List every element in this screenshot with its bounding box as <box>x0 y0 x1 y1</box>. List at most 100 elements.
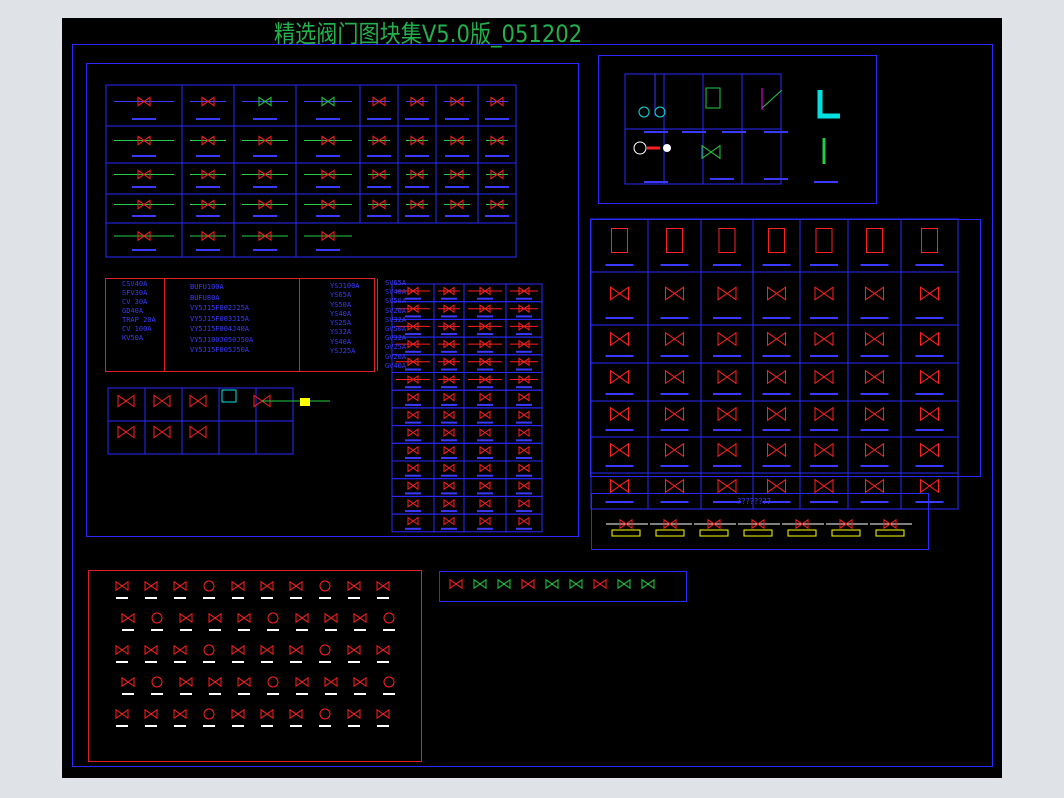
label-mark <box>132 186 156 188</box>
label-mark <box>485 155 509 157</box>
label-mark <box>477 368 493 371</box>
right-grid-cell <box>752 362 801 402</box>
label-mark <box>383 629 395 631</box>
right-grid-cell <box>799 472 849 510</box>
label-mark <box>348 725 360 727</box>
label-mark <box>762 317 791 319</box>
valve-symbol <box>376 644 390 656</box>
symbol-stroke <box>203 708 215 720</box>
label-mark <box>290 661 302 663</box>
symbol-stroke <box>663 144 671 152</box>
label-mark <box>516 527 532 530</box>
symbol-stroke <box>699 529 729 537</box>
right-grid-cell <box>700 324 754 364</box>
label-mark <box>445 186 469 188</box>
label-mark <box>516 510 532 513</box>
label-mark <box>174 725 186 727</box>
valve-symbol <box>324 612 338 624</box>
valve-symbol <box>610 442 629 458</box>
valve-symbol <box>479 498 491 508</box>
label-mark <box>267 693 279 695</box>
label-mark <box>253 118 277 120</box>
valve-list-entry: CV 30A <box>122 298 148 306</box>
label-mark <box>122 629 134 631</box>
label-mark <box>203 597 215 599</box>
valve-symbol <box>260 644 274 656</box>
valve-list-entry: VY5J15F003J15A <box>190 314 250 323</box>
valve-symbol <box>407 498 419 508</box>
valve-symbol <box>610 369 629 385</box>
valve-symbol <box>115 644 129 656</box>
label-mark <box>441 333 457 336</box>
valve-symbol <box>815 228 833 253</box>
label-mark <box>377 725 389 727</box>
label-mark <box>405 186 429 188</box>
label-mark <box>713 355 741 357</box>
valve-symbol <box>705 87 721 109</box>
valve-symbol <box>865 286 884 301</box>
label-mark <box>764 131 788 133</box>
valve-symbol <box>814 286 834 301</box>
label-mark <box>316 155 340 157</box>
valve-list-entry: SV32A <box>385 315 407 324</box>
valve-symbol <box>179 612 193 624</box>
valve-list-entry: SV65A <box>385 279 407 287</box>
valve-symbol <box>347 580 361 592</box>
valve-symbol <box>920 331 939 347</box>
valve-symbol <box>173 644 187 656</box>
label-mark <box>441 492 457 495</box>
valve-symbol <box>324 676 338 688</box>
label-mark <box>516 421 532 424</box>
label-mark <box>405 315 421 318</box>
right-grid-cell <box>752 324 801 364</box>
symbol-stroke <box>151 612 163 624</box>
label-mark <box>319 597 331 599</box>
label-mark <box>915 465 944 467</box>
label-mark <box>253 215 277 217</box>
valve-list-entry: GV20A <box>385 352 407 361</box>
valve-symbol <box>407 428 419 438</box>
valve-symbol <box>144 580 158 592</box>
valve-list-entry: SV50A <box>385 297 407 306</box>
label-mark <box>180 629 192 631</box>
valve-list-entry: VY5J15F004J40A <box>190 325 250 333</box>
label-mark <box>445 118 469 120</box>
valve-symbol <box>666 228 683 253</box>
valve-symbol <box>665 478 684 494</box>
label-mark <box>377 597 389 599</box>
label-mark <box>354 629 366 631</box>
right-grid-cell <box>647 472 702 510</box>
label-mark <box>605 465 634 467</box>
valve-symbol <box>407 392 419 402</box>
label-mark <box>441 315 457 318</box>
valve-list-entry: GV32A <box>385 334 407 343</box>
valve-symbol <box>593 578 607 590</box>
valve-list-entry: GV50A <box>385 325 407 334</box>
valve-symbol <box>153 394 171 408</box>
label-mark <box>405 403 421 406</box>
valve-symbol <box>767 286 786 301</box>
label-mark <box>132 249 156 251</box>
right-grid-cell <box>590 324 649 364</box>
valve-symbol <box>449 578 463 590</box>
label-mark <box>116 725 128 727</box>
label-mark <box>441 474 457 477</box>
label-mark <box>316 215 340 217</box>
valve-symbol <box>641 578 655 590</box>
valve-symbol <box>407 481 419 491</box>
label-mark <box>196 155 220 157</box>
label-mark <box>713 429 741 431</box>
valve-list-entry: YSJ100A <box>330 282 360 290</box>
label-mark <box>354 693 366 695</box>
valve-symbol <box>814 406 834 422</box>
label-mark <box>660 393 689 395</box>
label-mark <box>151 629 163 631</box>
valve-symbol <box>407 463 419 473</box>
label-mark <box>477 297 493 300</box>
valve-list-entry: KV50A <box>122 334 144 342</box>
valve-symbol <box>479 516 491 526</box>
valve-symbol <box>767 406 786 422</box>
label-mark <box>405 368 421 371</box>
label-mark <box>253 186 277 188</box>
label-mark <box>682 131 706 133</box>
